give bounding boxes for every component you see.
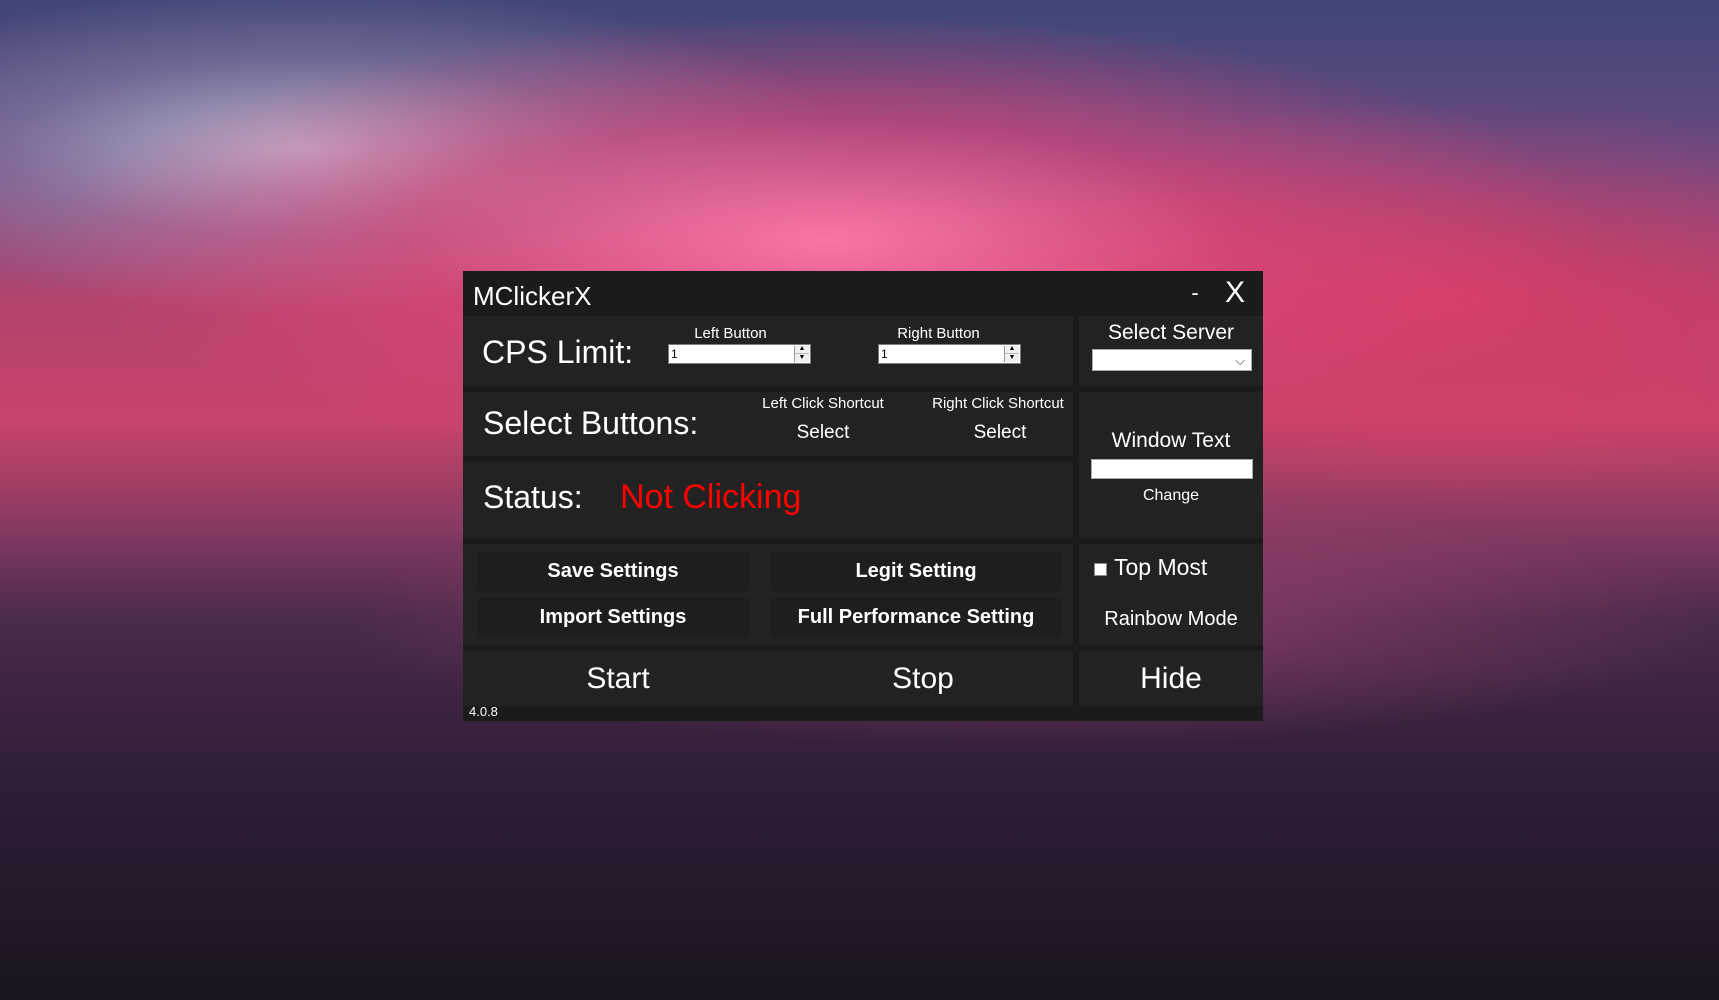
save-settings-button[interactable]: Save Settings bbox=[477, 552, 749, 591]
spin-down-icon[interactable]: ▼ bbox=[1005, 353, 1019, 362]
top-most-checkbox[interactable] bbox=[1094, 563, 1107, 576]
right-button-cps-value[interactable] bbox=[881, 346, 1000, 362]
right-click-shortcut-label: Right Click Shortcut bbox=[932, 395, 1064, 412]
window-text-input[interactable] bbox=[1091, 459, 1253, 479]
app-title: MClickerX bbox=[473, 281, 592, 311]
right-button-label: Right Button bbox=[897, 325, 980, 342]
rainbow-mode-button[interactable]: Rainbow Mode bbox=[1079, 608, 1263, 631]
right-button-cps-input[interactable]: ▲ ▼ bbox=[878, 344, 1021, 364]
left-button-label: Left Button bbox=[694, 325, 767, 342]
select-server-panel: Select Server ⌵ bbox=[1079, 316, 1263, 386]
select-server-label: Select Server bbox=[1107, 321, 1235, 344]
cps-limit-label: CPS Limit: bbox=[482, 334, 634, 370]
close-button[interactable]: X bbox=[1217, 275, 1253, 311]
minimize-button[interactable]: - bbox=[1177, 275, 1213, 311]
version-label: 4.0.8 bbox=[469, 704, 498, 719]
spin-down-icon[interactable]: ▼ bbox=[795, 353, 809, 362]
change-window-text-button[interactable]: Change bbox=[1119, 487, 1223, 505]
full-performance-setting-button[interactable]: Full Performance Setting bbox=[771, 598, 1061, 637]
title-bar[interactable]: MClickerX - X bbox=[463, 271, 1263, 315]
spin-up-icon[interactable]: ▲ bbox=[1005, 345, 1019, 353]
options-panel: Top Most Rainbow Mode bbox=[1079, 544, 1263, 645]
cps-limit-panel: CPS Limit: Left Button ▲ ▼ Right Button … bbox=[463, 316, 1073, 386]
left-button-spinner[interactable]: ▲ ▼ bbox=[794, 345, 809, 362]
spin-up-icon[interactable]: ▲ bbox=[795, 345, 809, 353]
select-buttons-panel: Select Buttons: Left Click Shortcut Sele… bbox=[463, 392, 1073, 456]
hide-panel: Hide bbox=[1079, 651, 1263, 706]
top-most-label[interactable]: Top Most bbox=[1114, 554, 1207, 581]
left-click-shortcut-label: Left Click Shortcut bbox=[762, 395, 884, 412]
select-buttons-label: Select Buttons: bbox=[483, 405, 699, 441]
right-button-spinner[interactable]: ▲ ▼ bbox=[1004, 345, 1019, 362]
hide-button[interactable]: Hide bbox=[1079, 662, 1263, 696]
window-text-panel: Window Text Change bbox=[1079, 392, 1263, 538]
app-window: MClickerX - X CPS Limit: Left Button ▲ ▼… bbox=[463, 271, 1263, 721]
import-settings-button[interactable]: Import Settings bbox=[477, 598, 749, 637]
status-panel: Status: Not Clicking bbox=[463, 462, 1073, 538]
left-click-select-button[interactable]: Select bbox=[763, 422, 883, 444]
left-button-cps-value[interactable] bbox=[671, 346, 790, 362]
settings-panel: Save Settings Import Settings Legit Sett… bbox=[463, 544, 1073, 645]
left-button-cps-input[interactable]: ▲ ▼ bbox=[668, 344, 811, 364]
status-value: Not Clicking bbox=[620, 478, 802, 516]
window-text-label: Window Text bbox=[1111, 429, 1231, 452]
server-dropdown[interactable]: ⌵ bbox=[1092, 349, 1252, 371]
chevron-down-icon: ⌵ bbox=[1235, 353, 1245, 368]
start-button[interactable]: Start bbox=[463, 662, 773, 696]
right-click-select-button[interactable]: Select bbox=[940, 422, 1060, 444]
legit-setting-button[interactable]: Legit Setting bbox=[771, 552, 1061, 591]
status-label: Status: bbox=[483, 479, 583, 515]
controls-panel: Start Stop bbox=[463, 651, 1073, 706]
stop-button[interactable]: Stop bbox=[773, 662, 1073, 696]
